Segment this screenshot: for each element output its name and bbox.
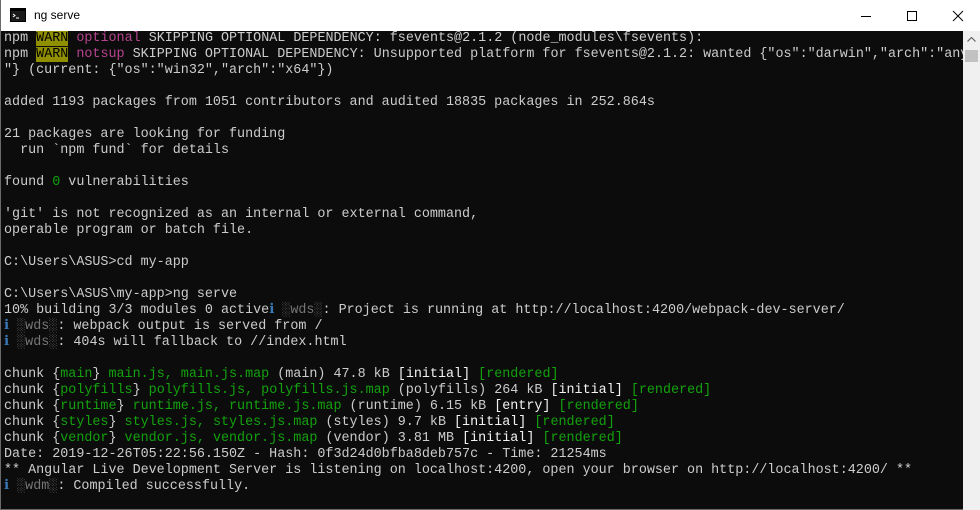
chunk-files: runtime.js, runtime.js.map [132,399,342,414]
scrollbar-thumb[interactable] [965,50,978,62]
chevron-up-icon [967,37,976,42]
warn-tag: optional [76,31,141,46]
chunk-name: styles [60,415,109,430]
wds-tag: ░wds░ [9,335,58,350]
chunk-name: polyfills [60,383,133,398]
output-line: ** Angular Live Development Server is li… [4,463,913,478]
chunk-flag: [initial] [397,367,471,382]
output-line: 21 packages are looking for funding [4,127,286,142]
chunk-name: vendor [60,431,109,446]
chunk-line: chunk {runtime} runtime.js, runtime.js.m… [4,399,639,414]
prompt-line: C:\Users\ASUS>cd my-app [4,255,189,270]
console-window: ng serve npm WARN optional SKIPPING OPTI… [0,0,980,510]
scroll-up-button[interactable] [963,31,980,48]
chunk-flag: [initial] [550,383,623,398]
output-line: npm WARN optional SKIPPING OPTIONAL DEPE… [4,31,704,46]
output-line: Date: 2019-12-26T05:22:56.150Z - Hash: 0… [4,447,607,462]
window-title: ng serve [34,8,81,22]
chunk-line: chunk {polyfills} polyfills.js, polyfill… [4,383,712,398]
warn-badge: WARN [36,31,69,46]
chunk-line: chunk {vendor} vendor.js, vendor.js.map … [4,431,623,446]
minimize-button[interactable] [843,0,889,31]
chunk-line: chunk {styles} styles.js, styles.js.map … [4,415,615,430]
output-line: "} (current: {"os":"win32","arch":"x64"}… [4,63,334,78]
output-line: 'git' is not recognized as an internal o… [4,207,479,222]
chunk-rendered: [rendered] [534,415,615,430]
output-line: operable program or batch file. [4,223,254,238]
minimize-icon [861,16,871,17]
chunk-flag: [initial] [454,415,527,430]
output-line: ℹ ░wdm░: Compiled successfully. [4,479,251,494]
chunk-rendered: [rendered] [542,431,623,446]
terminal-output[interactable]: npm WARN optional SKIPPING OPTIONAL DEPE… [1,31,963,510]
chunk-name: main [60,367,93,382]
prompt-line: C:\Users\ASUS\my-app>ng serve [4,287,238,302]
output-line: 10% building 3/3 modules 0 activeℹ ░wds░… [4,303,845,318]
chunk-files: main.js, main.js.map [108,367,270,382]
chunk-rendered: [rendered] [558,399,639,414]
wds-tag: ░wds░ [274,303,323,318]
chunk-files: vendor.js, vendor.js.map [124,431,318,446]
output-line: ℹ ░wds░: 404s will fallback to //index.h… [4,335,347,350]
chunk-line: chunk {main} main.js, main.js.map (main)… [4,367,559,382]
output-line: npm WARN notsup SKIPPING OPTIONAL DEPEND… [4,47,963,62]
chunk-flag: [initial] [462,431,535,446]
output-line: run `npm fund` for details [4,143,229,158]
wdm-tag: ░wdm░ [9,479,58,494]
wds-tag: ░wds░ [9,319,58,334]
chunk-flag: [entry] [494,399,551,414]
warn-badge: WARN [36,47,69,62]
close-button[interactable] [935,0,980,31]
chunk-files: polyfills.js, polyfills.js.map [148,383,390,398]
title-bar[interactable]: ng serve [1,0,980,31]
chunk-rendered: [rendered] [478,367,559,382]
maximize-icon [907,11,917,21]
close-icon [952,10,964,22]
maximize-button[interactable] [889,0,935,31]
warn-tag: notsup [76,47,125,62]
output-line: found 0 vulnerabilities [4,175,189,190]
chunk-rendered: [rendered] [630,383,712,398]
output-line: added 1193 packages from 1051 contributo… [4,95,655,110]
vertical-scrollbar[interactable] [963,31,980,510]
output-line: ℹ ░wds░: webpack output is served from / [4,319,323,334]
cmd-icon [10,8,26,22]
chunk-files: styles.js, styles.js.map [124,415,318,430]
chunk-name: runtime [60,399,117,414]
